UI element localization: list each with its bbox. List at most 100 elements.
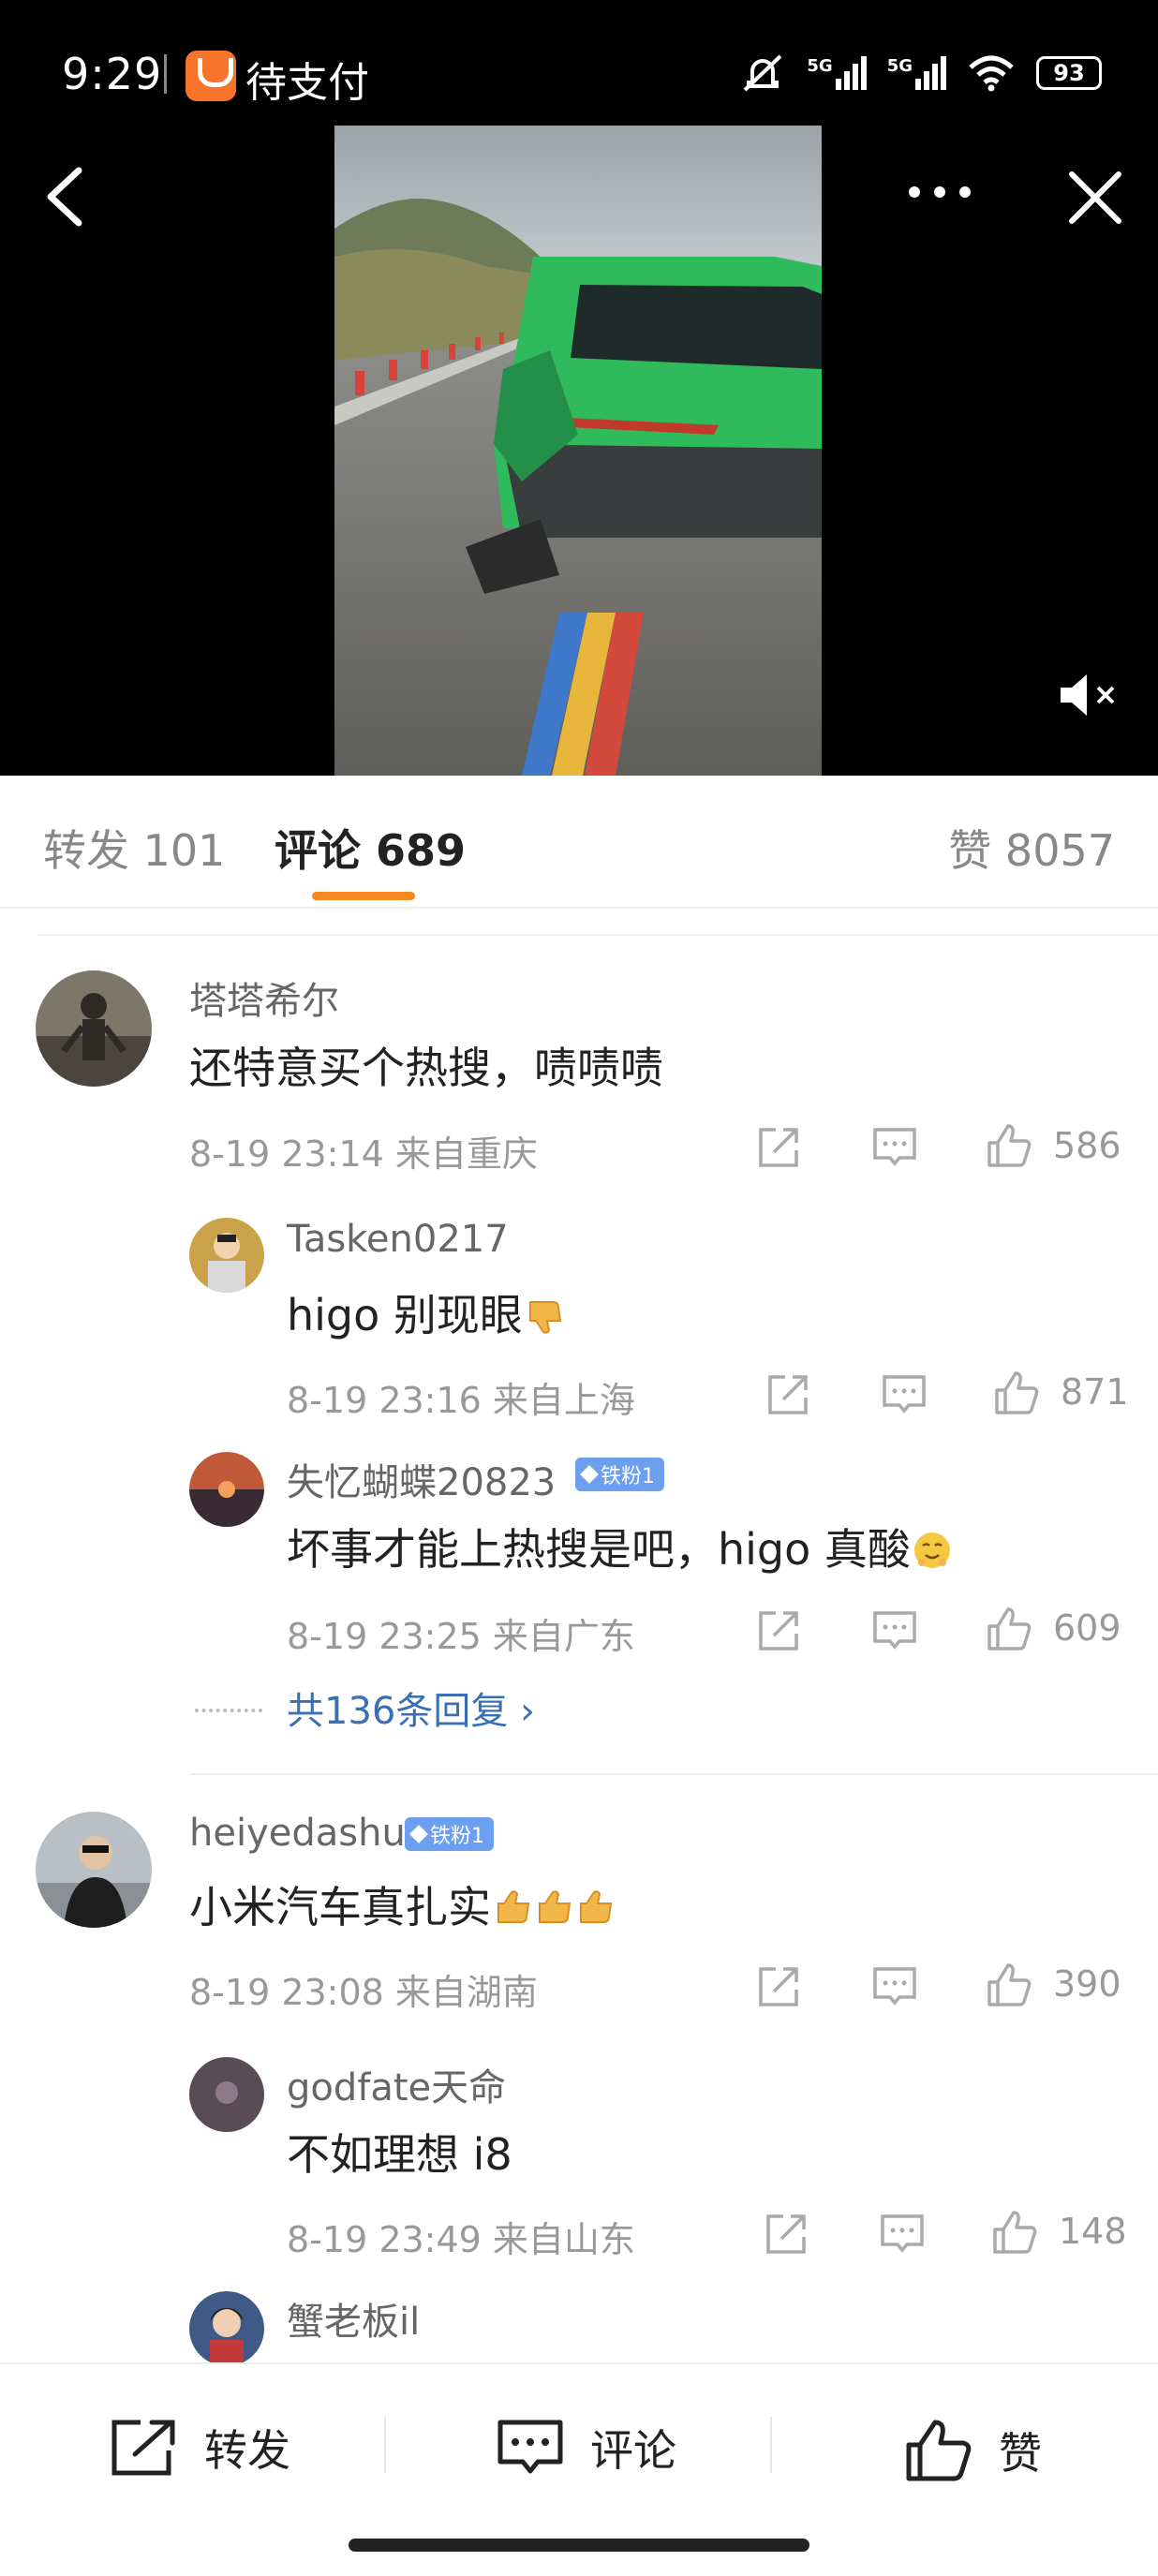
reply-text: higo 别现眼 [287, 1281, 564, 1343]
close-icon[interactable] [1061, 159, 1130, 234]
more-icon[interactable] [898, 169, 982, 215]
avatar[interactable] [36, 970, 152, 1087]
like-count: 871 [1061, 1371, 1129, 1413]
like-label: 赞 [999, 2428, 1042, 2479]
status-icons: 5G 5G 93 [739, 52, 1102, 94]
fan-level-badge: 铁粉1 [575, 1458, 664, 1491]
like-icon[interactable] [986, 1606, 1032, 1652]
reply-icon[interactable] [871, 1124, 918, 1171]
share-icon[interactable] [755, 1607, 802, 1654]
smirk-emoji [913, 1532, 950, 1568]
wifi-icon [969, 55, 1014, 92]
repost-button[interactable]: 转发 [109, 2417, 290, 2479]
reply-text-body: 坏事才能上热搜是吧，higo 真酸 [287, 1524, 911, 1575]
reply-username[interactable]: Tasken0217 [287, 1218, 509, 1261]
share-icon[interactable] [755, 1963, 802, 2010]
tab-repost[interactable]: 转发 101 [43, 817, 225, 879]
divider [384, 2417, 386, 2473]
thumbs-down-emoji [528, 1301, 562, 1334]
tab-repost-label: 转发 [43, 825, 129, 876]
video-area: 9:29 待支付 5G 5G 93 [0, 0, 1158, 776]
comment-text: 小米汽车真扎实 [189, 1873, 615, 1935]
engagement-tabs: 转发 101 评论 689 赞 8057 [0, 776, 1158, 909]
reply-username[interactable]: 失忆蝴蝶20823 [287, 1452, 556, 1506]
video-player[interactable] [334, 126, 822, 776]
like-button[interactable]: 赞 [903, 2417, 1042, 2484]
home-indicator[interactable] [349, 2539, 809, 2552]
divider [37, 934, 1158, 936]
status-app-name[interactable]: 待支付 [245, 49, 369, 109]
speaker-muted-icon[interactable] [1055, 665, 1122, 725]
share-icon[interactable] [763, 2211, 809, 2258]
share-icon[interactable] [755, 1124, 802, 1171]
avatar[interactable] [36, 1812, 152, 1928]
network-2-label: 5G [886, 56, 913, 76]
comment-username[interactable]: heiyedashu [189, 1812, 406, 1855]
view-more-replies-link[interactable]: 共136条回复 › [287, 1680, 535, 1735]
tab-comment-count: 689 [376, 825, 467, 876]
fan-level-label: 铁粉1 [430, 1825, 484, 1848]
like-count: 609 [1053, 1607, 1121, 1649]
signal-1-icon: 5G [807, 56, 867, 90]
comment-username[interactable]: 塔塔希尔 [189, 970, 339, 1025]
back-icon[interactable] [37, 159, 94, 234]
reply-meta: 8-19 23:16 来自上海 [287, 1380, 635, 1421]
comment-meta: 8-19 23:14 来自重庆 [189, 1133, 538, 1175]
tab-comment[interactable]: 评论 689 [275, 817, 466, 879]
avatar[interactable] [189, 2057, 264, 2132]
tab-like-label: 赞 [948, 825, 992, 876]
avatar[interactable] [189, 1218, 264, 1293]
tab-repost-count: 101 [142, 825, 226, 876]
thumbs-up-emoji [580, 1890, 613, 1923]
diamond-icon [580, 1465, 599, 1484]
reply-meta: 8-19 23:49 来自山东 [287, 2219, 635, 2260]
reply-text: 坏事才能上热搜是吧，higo 真酸 [287, 1516, 952, 1577]
reply-meta: 8-19 23:25 来自广东 [287, 1616, 635, 1657]
thumbs-up-emoji [497, 1890, 530, 1923]
share-icon[interactable] [765, 1371, 811, 1418]
battery-icon: 93 [1036, 56, 1102, 90]
thumbs-up-emoji-group [491, 1882, 615, 1932]
divider [770, 2417, 772, 2473]
avatar[interactable] [189, 1452, 264, 1527]
fan-level-label: 铁粉1 [601, 1465, 655, 1488]
tab-like-count: 8057 [1004, 825, 1115, 876]
like-icon[interactable] [993, 1369, 1040, 1416]
status-divider [164, 54, 167, 94]
comment-text-body: 小米汽车真扎实 [189, 1882, 491, 1932]
share-icon [111, 2420, 175, 2476]
reply-text-body: higo 别现眼 [287, 1290, 523, 1340]
thumbs-up-emoji [539, 1890, 572, 1923]
reply-username[interactable]: 蟹老板il [287, 2291, 420, 2346]
like-icon [906, 2420, 972, 2481]
comment-meta: 8-19 23:08 来自湖南 [189, 1972, 538, 2013]
reply-icon[interactable] [881, 1371, 928, 1418]
like-icon[interactable] [991, 2209, 1038, 2256]
like-icon[interactable] [986, 1962, 1032, 2008]
divider [189, 1773, 1158, 1775]
like-count: 148 [1059, 2211, 1127, 2252]
mute-bell-icon [743, 54, 782, 92]
tab-like[interactable]: 赞 8057 [948, 817, 1115, 879]
tab-comment-label: 评论 [275, 825, 361, 876]
avatar[interactable] [189, 2291, 264, 2366]
like-icon[interactable] [986, 1122, 1032, 1169]
repost-label: 转发 [204, 2425, 290, 2476]
reply-icon[interactable] [871, 1963, 918, 2010]
like-count: 390 [1053, 1963, 1121, 2005]
network-1-label: 5G [807, 56, 833, 76]
comment-label: 评论 [590, 2425, 676, 2476]
reply-icon[interactable] [879, 2211, 926, 2258]
replies-dots [195, 1709, 262, 1712]
reply-text: 不如理想 i8 [287, 2129, 512, 2180]
comment-icon [497, 2420, 563, 2474]
comment-button[interactable]: 评论 [495, 2417, 676, 2479]
reply-icon[interactable] [871, 1607, 918, 1654]
like-count: 586 [1053, 1125, 1121, 1166]
comment-text: 还特意买个热搜，啧啧啧 [189, 1043, 663, 1093]
signal-2-icon: 5G [887, 56, 946, 90]
status-bar: 9:29 待支付 5G 5G 93 [0, 0, 1158, 122]
diamond-icon [409, 1825, 428, 1843]
reply-username[interactable]: godfate天命 [287, 2057, 506, 2111]
fan-level-badge: 铁粉1 [405, 1817, 494, 1851]
